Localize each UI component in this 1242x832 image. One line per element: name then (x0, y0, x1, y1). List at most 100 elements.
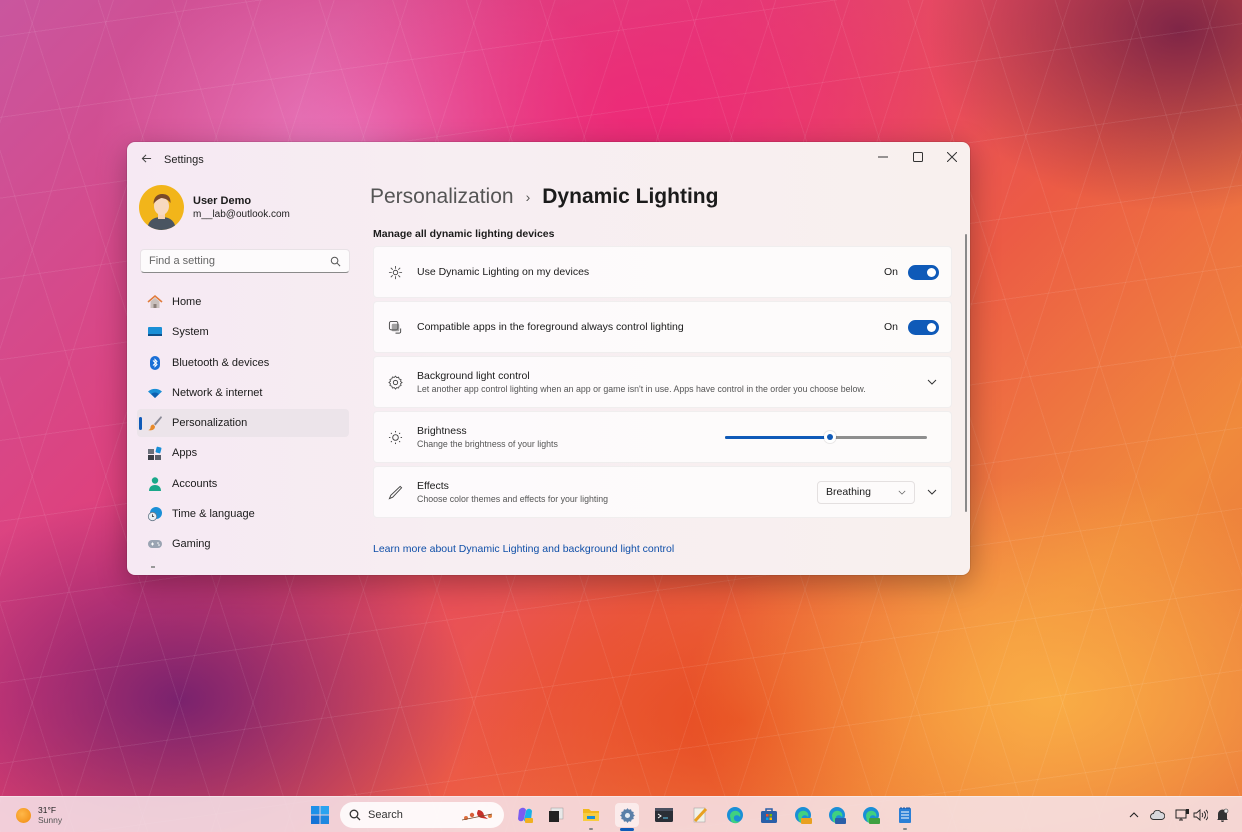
network-tray[interactable] (1174, 807, 1190, 823)
start-button[interactable] (308, 803, 332, 827)
effects-card: Effects Choose color themes and effects … (373, 466, 952, 518)
nav-overflow-indicator (151, 566, 155, 568)
avatar (139, 185, 184, 230)
dynamic-lighting-icon (387, 264, 403, 280)
profile-email: m__lab@outlook.com (193, 209, 290, 220)
show-hidden-icons-button[interactable] (1126, 807, 1142, 823)
edge-beta-button[interactable] (825, 803, 849, 827)
weather-widget[interactable]: 31°F Sunny (16, 805, 62, 825)
foreground-apps-control-card: Compatible apps in the foreground always… (373, 301, 952, 353)
learn-more-link[interactable]: Learn more about Dynamic Lighting and ba… (373, 543, 674, 555)
breadcrumb-parent[interactable]: Personalization (370, 185, 514, 209)
volume-icon (1193, 809, 1208, 821)
sidebar-item-system[interactable]: System (137, 318, 349, 346)
section-title: Manage all dynamic lighting devices (373, 228, 555, 240)
taskbar-search[interactable]: Search (340, 802, 504, 828)
notepad-button[interactable] (893, 803, 917, 830)
pen-icon (387, 484, 403, 500)
system-icon (147, 324, 163, 340)
search-input[interactable] (149, 255, 330, 267)
close-icon (947, 152, 957, 162)
copilot-icon (518, 807, 533, 823)
sidebar-item-accounts[interactable]: Accounts (137, 470, 349, 498)
toggle-state-label: On (883, 321, 898, 333)
back-button[interactable] (137, 151, 155, 169)
search-icon (330, 256, 341, 266)
brightness-icon (387, 429, 403, 445)
sidebar-item-bluetooth[interactable]: Bluetooth & devices (137, 349, 349, 377)
edge-button[interactable] (723, 803, 747, 827)
bell-icon (1216, 808, 1228, 822)
task-view-icon (549, 807, 564, 822)
store-button[interactable] (757, 803, 781, 827)
minimize-button[interactable] (866, 145, 900, 169)
search-highlight-bird-icon (461, 810, 493, 821)
gamepad-icon (147, 536, 163, 552)
arrow-left-icon (141, 154, 151, 163)
use-dynamic-lighting-toggle[interactable] (908, 264, 939, 280)
task-view-button[interactable] (544, 803, 568, 827)
edge-icon (727, 807, 743, 824)
effects-expand-chevron-icon[interactable] (925, 485, 939, 499)
sidebar-item-apps[interactable]: Apps (137, 439, 349, 467)
effects-dropdown[interactable]: Breathing (817, 480, 915, 504)
edge-dev-button[interactable] (859, 803, 883, 827)
onedrive-tray[interactable] (1149, 807, 1165, 823)
sidebar-item-time-language[interactable]: Time & language (137, 500, 349, 528)
settings-cards: Use Dynamic Lighting on my devices On Co… (373, 246, 952, 521)
brightness-slider[interactable] (725, 430, 927, 444)
weather-condition: Sunny (38, 815, 63, 825)
store-icon (761, 808, 777, 823)
terminal-icon (655, 808, 673, 822)
chevron-up-icon (1129, 812, 1139, 818)
notepad-plus-icon (693, 807, 708, 823)
profile-name: User Demo (193, 195, 252, 207)
edge-beta-icon (829, 807, 846, 824)
slider-thumb[interactable] (824, 431, 837, 443)
maximize-icon (913, 152, 923, 162)
sidebar-nav: Home System Bluetooth & devices Network … (137, 288, 349, 561)
gear-icon (387, 374, 403, 390)
bluetooth-icon (147, 355, 163, 371)
apps-layers-icon (387, 319, 403, 335)
maximize-button[interactable] (901, 145, 935, 169)
effects-selected-value: Breathing (826, 486, 871, 498)
running-indicator (903, 828, 907, 830)
user-profile[interactable]: User Demo m__lab@outlook.com (139, 185, 290, 230)
toggle-state-label: On (883, 266, 898, 278)
slider-fill (725, 436, 831, 439)
chevron-down-icon[interactable] (925, 375, 939, 389)
close-button[interactable] (935, 145, 969, 169)
file-explorer-button[interactable] (579, 803, 603, 830)
windows-logo-icon (311, 806, 329, 824)
minimize-icon (878, 156, 888, 158)
terminal-button[interactable] (652, 803, 676, 827)
volume-tray[interactable] (1192, 807, 1208, 823)
edge-dev-icon (863, 807, 880, 824)
app-title: Settings (164, 154, 204, 166)
sidebar-item-gaming[interactable]: Gaming (137, 530, 349, 558)
sidebar-item-personalization[interactable]: Personalization (137, 409, 349, 438)
notifications-tray[interactable] (1214, 807, 1230, 823)
network-icon (1175, 809, 1189, 821)
copilot-button[interactable] (513, 803, 537, 827)
background-light-control-card[interactable]: Background light control Let another app… (373, 356, 952, 408)
edge-canary-button[interactable] (791, 803, 815, 827)
home-icon (147, 294, 163, 310)
taskbar: 31°F Sunny Search (0, 796, 1242, 832)
foreground-apps-control-toggle[interactable] (908, 319, 939, 335)
breadcrumb: Personalization › Dynamic Lighting (370, 185, 718, 209)
sun-icon (16, 807, 31, 823)
wifi-icon (147, 385, 163, 401)
paintbrush-icon (147, 415, 163, 431)
settings-gear-icon (619, 807, 635, 823)
sidebar-item-network[interactable]: Network & internet (137, 379, 349, 407)
avatar-person-icon (147, 194, 176, 230)
find-setting-search[interactable] (140, 249, 350, 273)
person-icon (147, 476, 163, 492)
edge-canary-icon (795, 807, 812, 824)
scrollbar[interactable] (965, 234, 967, 512)
sidebar-item-home[interactable]: Home (137, 288, 349, 316)
notepad-plus-button[interactable] (688, 803, 712, 827)
settings-taskbar-button[interactable] (615, 803, 639, 831)
